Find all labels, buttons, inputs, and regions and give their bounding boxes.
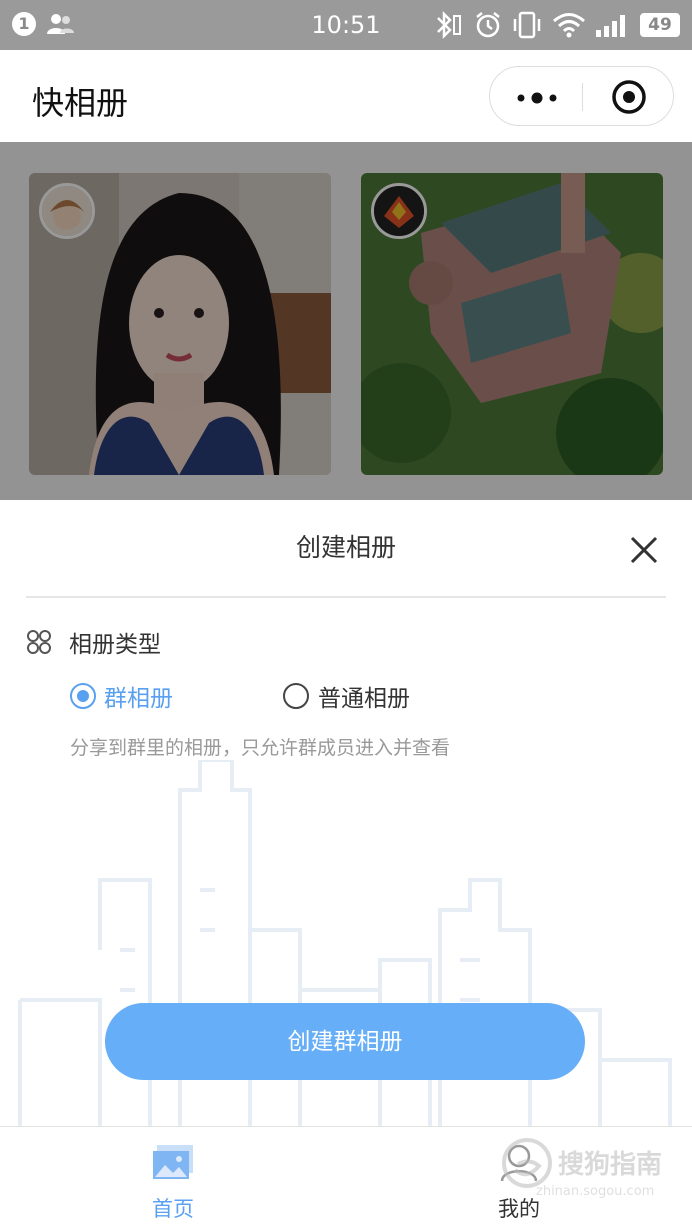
page-title: 快相册 <box>32 84 129 122</box>
watermark-url: zhinan.sogou.com <box>536 1184 655 1199</box>
watermark-text: 搜狗指南 <box>558 1150 663 1180</box>
tab-home-label: 首页 <box>152 1197 194 1221</box>
bluetooth-icon <box>437 10 461 40</box>
sogou-watermark: 搜狗指南 zhinan.sogou.com <box>500 1136 680 1208</box>
mini-program-capsule <box>489 66 674 126</box>
more-dots-icon <box>517 92 557 104</box>
sogou-logo-icon <box>502 1138 552 1188</box>
vibrate-icon <box>513 11 541 39</box>
create-group-album-button[interactable]: 创建群相册 <box>105 1003 585 1080</box>
album-type-label: 相册类型 <box>69 632 161 658</box>
target-icon <box>612 80 646 114</box>
create-album-sheet: 创建相册 相册类型 群相册 普通相册 分享到群里的相册，只允许群成员进入并查看 … <box>0 500 692 1126</box>
tab-home[interactable]: 首页 <box>73 1127 273 1230</box>
option-normal-album-label[interactable]: 普通相册 <box>318 679 410 713</box>
battery-indicator: 49 <box>640 13 680 37</box>
album-type-icon <box>27 630 51 654</box>
close-icon[interactable] <box>624 530 664 570</box>
radio-normal-album[interactable] <box>283 683 309 709</box>
nav-bar: 快相册 <box>0 50 692 142</box>
status-time: 10:51 <box>311 11 381 39</box>
more-button[interactable] <box>490 67 582 127</box>
radio-group-album[interactable] <box>70 683 96 709</box>
album-type-hint: 分享到群里的相册，只允许群成员进入并查看 <box>70 737 451 759</box>
modal-overlay[interactable] <box>0 142 692 502</box>
wifi-icon <box>553 13 585 38</box>
alarm-icon <box>476 12 500 38</box>
divider <box>26 596 666 598</box>
signal-icon <box>596 15 625 37</box>
sheet-title: 创建相册 <box>295 533 396 562</box>
photo-icon <box>153 1145 193 1179</box>
close-miniprogram-button[interactable] <box>583 67 675 127</box>
option-group-album-label[interactable]: 群相册 <box>104 679 173 713</box>
status-bar: 1 10:51 49 <box>0 0 692 50</box>
